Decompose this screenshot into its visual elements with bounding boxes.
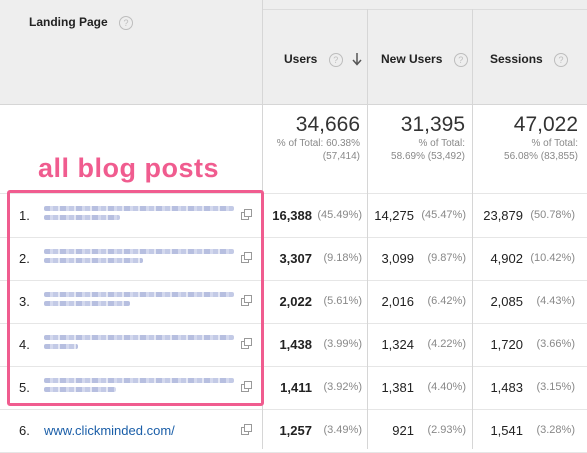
header-top-band xyxy=(262,0,587,10)
sessions-value: 4,902 xyxy=(490,251,523,266)
users-value: 2,022 xyxy=(279,294,312,309)
analytics-table: Landing Page ? Users ? New Users ? Sessi… xyxy=(0,0,587,453)
sessions-pct: (50.78%) xyxy=(530,209,575,221)
users-value: 1,411 xyxy=(280,380,312,395)
landing-page-label: Landing Page xyxy=(29,15,108,29)
sessions-header[interactable]: Sessions ? xyxy=(490,52,569,67)
new-users-pct: (4.22%) xyxy=(427,338,466,350)
sessions-label: Sessions xyxy=(490,52,543,66)
users-value: 1,438 xyxy=(279,337,312,352)
sessions-total-count: 56.08% (83,855) xyxy=(504,151,578,162)
new-users-value: 3,099 xyxy=(381,251,414,266)
new-users-pct: (4.40%) xyxy=(427,381,466,393)
new-users-pct: (45.47%) xyxy=(421,209,466,221)
column-divider xyxy=(472,9,473,449)
sessions-pct: (4.43%) xyxy=(536,295,575,307)
new-users-pct: (2.93%) xyxy=(427,424,466,436)
users-total: 34,666 % of Total: 60.38% (57,414) xyxy=(262,113,360,163)
users-pct: (45.49%) xyxy=(317,209,362,221)
help-icon[interactable]: ? xyxy=(554,52,569,67)
users-total-count: (57,414) xyxy=(322,151,360,162)
sessions-total-value: 47,022 xyxy=(513,113,578,136)
sort-down-arrow-icon[interactable] xyxy=(352,52,362,66)
new-users-label: New Users xyxy=(381,52,443,66)
new-users-pct: (6.42%) xyxy=(427,295,466,307)
sessions-value: 1,483 xyxy=(490,380,523,395)
sessions-value: 1,541 xyxy=(490,423,523,438)
new-users-value: 921 xyxy=(392,423,414,438)
sessions-total: 47,022 % of Total: 56.08% (83,855) xyxy=(472,113,578,163)
users-total-pct: % of Total: 60.38% xyxy=(276,138,360,149)
highlight-box xyxy=(7,190,264,406)
column-divider xyxy=(367,9,368,449)
users-value: 3,307 xyxy=(279,251,312,266)
users-pct: (9.18%) xyxy=(323,252,362,264)
new-users-value: 2,016 xyxy=(381,294,414,309)
users-pct: (5.61%) xyxy=(323,295,362,307)
users-value: 1,257 xyxy=(279,423,312,438)
table-row[interactable]: 6. www.clickminded.com/ 1,257 (3.49%) 92… xyxy=(0,409,587,453)
annotation-label: all blog posts xyxy=(38,153,220,183)
users-label: Users xyxy=(284,52,318,66)
new-users-total-pct: % of Total: xyxy=(418,138,465,149)
help-icon[interactable]: ? xyxy=(453,52,468,67)
new-users-total-value: 31,395 xyxy=(400,113,465,136)
help-icon[interactable]: ? xyxy=(328,52,343,67)
new-users-total: 31,395 % of Total: 58.69% (53,492) xyxy=(367,113,465,163)
external-link-icon[interactable] xyxy=(241,424,252,435)
sessions-pct: (3.66%) xyxy=(536,338,575,350)
users-pct: (3.99%) xyxy=(323,338,362,350)
new-users-header[interactable]: New Users ? xyxy=(381,52,468,67)
new-users-value: 14,275 xyxy=(374,208,414,223)
new-users-value: 1,381 xyxy=(381,380,414,395)
help-icon[interactable]: ? xyxy=(119,15,134,30)
new-users-pct: (9.87%) xyxy=(427,252,466,264)
new-users-total-count: 58.69% (53,492) xyxy=(391,151,465,162)
new-users-value: 1,324 xyxy=(381,337,414,352)
sessions-pct: (3.15%) xyxy=(536,381,575,393)
landing-page-link[interactable]: www.clickminded.com/ xyxy=(44,409,175,452)
sessions-total-pct: % of Total: xyxy=(531,138,578,149)
landing-page-header[interactable]: Landing Page ? xyxy=(29,15,134,30)
sessions-value: 2,085 xyxy=(490,294,523,309)
sessions-value: 1,720 xyxy=(490,337,523,352)
users-total-value: 34,666 xyxy=(295,113,360,136)
users-pct: (3.92%) xyxy=(323,381,362,393)
row-index: 6. xyxy=(19,423,30,438)
users-value: 16,388 xyxy=(272,208,312,223)
sessions-value: 23,879 xyxy=(483,208,523,223)
users-pct: (3.49%) xyxy=(323,424,362,436)
users-header[interactable]: Users ? xyxy=(284,52,343,67)
sessions-pct: (10.42%) xyxy=(530,252,575,264)
sessions-pct: (3.28%) xyxy=(536,424,575,436)
